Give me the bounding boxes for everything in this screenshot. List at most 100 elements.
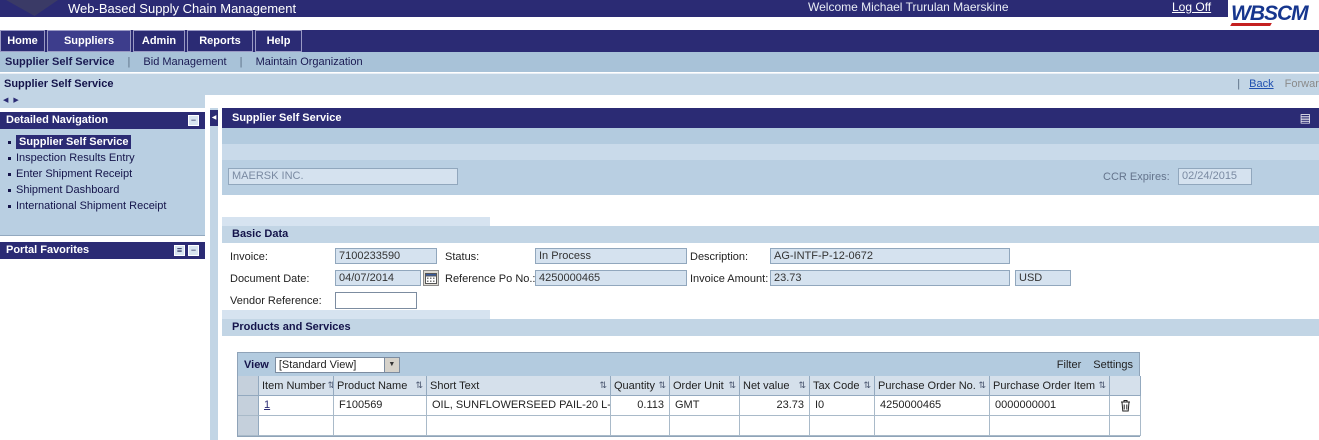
main-nav-tabs: Home Suppliers Admin Reports Help — [0, 30, 1319, 52]
col-tax-code: Tax Code⇅ — [810, 376, 875, 396]
cell-purchase-order-no: 4250000465 — [875, 396, 990, 416]
row-selector[interactable] — [238, 396, 259, 416]
tab-home[interactable]: Home — [0, 30, 45, 52]
table-row: 1 F100569 OIL, SUNFLOWERSEED PAIL-20 L-F… — [238, 396, 1139, 416]
ccr-expires-label: CCR Expires: — [1103, 171, 1170, 183]
content-panel-header: Supplier Self Service ▤ — [222, 108, 1319, 128]
invoice-amount-field: 23.73 — [770, 270, 1010, 286]
products-title: Products and Services — [232, 321, 351, 333]
separator: | — [128, 56, 131, 68]
tab-reports[interactable]: Reports — [187, 30, 253, 52]
sort-icon[interactable]: ⇅ — [978, 380, 986, 391]
cell-tax-code: I0 — [810, 396, 875, 416]
settings-link[interactable]: Settings — [1093, 359, 1133, 371]
panel-menu-icon[interactable]: ▤ — [1300, 108, 1311, 128]
sidebar-item-shipment-dashboard[interactable]: Shipment Dashboard — [0, 182, 205, 198]
currency-field: USD — [1015, 270, 1071, 286]
document-date-label: Document Date: — [230, 273, 309, 285]
sort-icon[interactable]: ⇅ — [863, 380, 871, 391]
app-header: Web-Based Supply Chain Management Welcom… — [0, 0, 1319, 17]
select-all-cell[interactable] — [238, 376, 259, 396]
page-title: Supplier Self Service — [4, 74, 113, 95]
sort-icon[interactable]: ⇅ — [1098, 380, 1106, 391]
sidebar-item-international-shipment-receipt[interactable]: International Shipment Receipt — [0, 198, 205, 214]
agency-logo-icon — [6, 0, 58, 16]
tab-help[interactable]: Help — [255, 30, 302, 52]
app-title: Web-Based Supply Chain Management — [68, 0, 296, 17]
invoice-label: Invoice: — [230, 251, 268, 263]
col-net-value: Net value⇅ — [740, 376, 810, 396]
organization-name-field: MAERSK INC. — [228, 168, 458, 185]
view-label: View — [244, 359, 269, 371]
invoice-field: 7100233590 — [335, 248, 437, 264]
portal-favorites-list-icon[interactable]: ≡ — [174, 245, 185, 256]
sort-icon[interactable]: ⇅ — [728, 380, 736, 391]
tab-suppliers[interactable]: Suppliers — [47, 30, 131, 52]
collapse-detailed-navigation-button[interactable]: − — [188, 115, 199, 126]
sort-icon[interactable]: ⇅ — [599, 380, 607, 391]
description-label: Description: — [690, 251, 748, 263]
col-item-number: Item Number⇅ — [259, 376, 334, 396]
row-selector[interactable] — [238, 416, 259, 436]
panel-band — [222, 144, 1319, 160]
detailed-navigation-header: Detailed Navigation − — [0, 112, 205, 129]
invoice-amount-label: Invoice Amount: — [690, 273, 768, 285]
subnav-supplier-self-service[interactable]: Supplier Self Service — [5, 56, 114, 68]
sort-icon[interactable]: ⇅ — [798, 380, 806, 391]
sub-nav: Supplier Self Service | Bid Management |… — [0, 52, 1319, 72]
filter-link[interactable]: Filter — [1057, 359, 1081, 371]
col-quantity: Quantity⇅ — [611, 376, 670, 396]
sort-icon[interactable]: ⇅ — [415, 380, 423, 391]
item-number-link[interactable]: 1 — [264, 399, 270, 411]
cell-quantity: 0.113 — [611, 396, 670, 416]
reference-po-field: 4250000465 — [535, 270, 687, 286]
portal-favorites-title: Portal Favorites — [6, 244, 89, 256]
back-link[interactable]: Back — [1249, 78, 1273, 90]
sidebar-item-enter-shipment-receipt[interactable]: Enter Shipment Receipt — [0, 166, 205, 182]
table-toolbar: View [Standard View] ▼ Filter Settings — [237, 352, 1140, 376]
bullet-icon — [8, 141, 11, 144]
panel-band — [222, 128, 1319, 144]
pager-back-icon[interactable]: ◀ — [3, 97, 8, 104]
col-actions — [1110, 376, 1141, 396]
wbscm-logo-swoosh-icon — [1230, 23, 1272, 26]
collapse-panel-handle[interactable]: ◀ — [210, 110, 218, 126]
table-grid: Item Number⇅ Product Name⇅ Short Text⇅ Q… — [237, 376, 1140, 437]
forward-link[interactable]: Forward — [1285, 78, 1319, 90]
col-short-text: Short Text⇅ — [427, 376, 611, 396]
products-header: Products and Services — [222, 319, 1319, 336]
bullet-icon — [8, 157, 11, 160]
collapse-portal-favorites-button[interactable]: − — [188, 245, 199, 256]
vendor-reference-input[interactable] — [335, 292, 417, 309]
view-select-dropdown-icon[interactable]: ▼ — [385, 357, 400, 373]
basic-data-title: Basic Data — [232, 228, 288, 240]
sidebar-item-supplier-self-service[interactable]: Supplier Self Service — [0, 134, 205, 150]
basic-data-header: Basic Data — [222, 226, 1319, 243]
document-date-field[interactable]: 04/07/2014 — [335, 270, 421, 286]
view-select[interactable]: [Standard View] — [275, 357, 385, 373]
vendor-reference-label: Vendor Reference: — [230, 295, 322, 307]
subnav-bid-management[interactable]: Bid Management — [143, 56, 226, 68]
pager-forward-icon[interactable]: ▶ — [13, 97, 18, 104]
sidebar-item-inspection-results-entry[interactable]: Inspection Results Entry — [0, 150, 205, 166]
panel-divider — [210, 108, 218, 440]
delete-row-button[interactable] — [1110, 396, 1141, 416]
tab-admin[interactable]: Admin — [133, 30, 185, 52]
trash-icon — [1120, 399, 1131, 412]
cell-product-name: F100569 — [334, 396, 427, 416]
description-field: AG-INTF-P-12-0672 — [770, 248, 1010, 264]
sort-icon[interactable]: ⇅ — [658, 380, 666, 391]
sidebar-pager: ◀ ▶ — [0, 95, 205, 108]
subnav-maintain-organization[interactable]: Maintain Organization — [256, 56, 363, 68]
detailed-navigation-title: Detailed Navigation — [6, 114, 108, 126]
log-off-link[interactable]: Log Off — [1172, 0, 1211, 15]
calendar-picker-button[interactable] — [423, 270, 439, 286]
table-header-row: Item Number⇅ Product Name⇅ Short Text⇅ Q… — [238, 376, 1139, 396]
content-panel-title: Supplier Self Service — [232, 112, 341, 124]
bullet-icon — [8, 189, 11, 192]
products-tab — [222, 310, 490, 319]
separator: | — [240, 56, 243, 68]
status-field: In Process — [535, 248, 687, 264]
cell-item-number: 1 — [259, 396, 334, 416]
welcome-text: Welcome Michael Trurulan Maerskine — [808, 0, 1009, 15]
